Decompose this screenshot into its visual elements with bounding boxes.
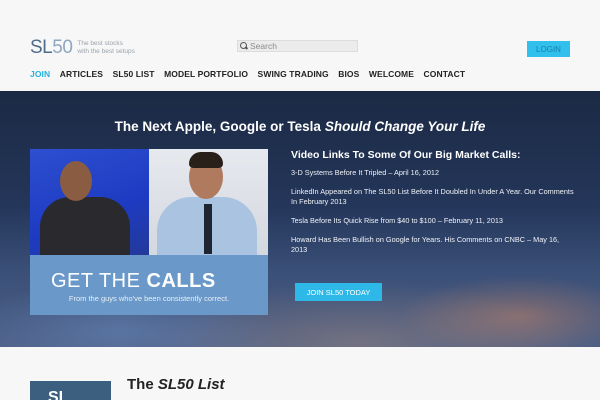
site-header: SL50 The best stocks with the best setup…	[0, 0, 600, 91]
nav-item-bios[interactable]: BIOS	[338, 69, 359, 79]
market-call-link[interactable]: 3-D Systems Before It Tripled – April 16…	[291, 168, 439, 177]
login-button[interactable]: LOGIN	[527, 41, 570, 57]
market-call-link[interactable]: Tesla Before Its Quick Rise from $40 to …	[291, 216, 503, 225]
section-title: The SL50 List	[127, 376, 225, 393]
list-item: Tesla Before Its Quick Rise from $40 to …	[291, 216, 576, 226]
sl50-list-logo: SL	[30, 381, 111, 400]
promo-image[interactable]: GET THE CALLS From the guys who've been …	[30, 149, 268, 315]
nav-item-sl50-list[interactable]: SL50 LIST	[113, 69, 155, 79]
nav-item-welcome[interactable]: WELCOME	[369, 69, 414, 79]
nav-item-swing-trading[interactable]: SWING TRADING	[258, 69, 329, 79]
join-today-button[interactable]: JOIN SL50 TODAY	[295, 283, 382, 301]
nav-item-join[interactable]: JOIN	[30, 69, 50, 79]
hero-banner: The Next Apple, Google or Tesla Should Ch…	[0, 91, 600, 347]
list-item: Howard Has Been Bullish on Google for Ye…	[291, 235, 576, 255]
logo-wordmark: SL50	[30, 37, 73, 58]
presenter-photo-right	[149, 149, 268, 255]
list-item: LinkedIn Appeared on The SL50 List Befor…	[291, 187, 576, 207]
site-logo[interactable]: SL50 The best stocks with the best setup…	[30, 37, 147, 59]
nav-item-model-portfolio[interactable]: MODEL PORTFOLIO	[164, 69, 248, 79]
search-input[interactable]	[250, 41, 355, 51]
nav-item-articles[interactable]: ARTICLES	[60, 69, 103, 79]
nav-item-contact[interactable]: CONTACT	[424, 69, 466, 79]
presenter-photo-left	[30, 149, 149, 255]
market-calls-panel: Video Links To Some Of Our Big Market Ca…	[291, 149, 576, 264]
search-box[interactable]	[237, 40, 358, 52]
search-icon	[238, 41, 250, 51]
promo-headline: GET THE CALLS	[51, 270, 216, 292]
list-item: 3-D Systems Before It Tripled – April 16…	[291, 168, 576, 178]
promo-subtitle: From the guys who've been consistently c…	[68, 294, 230, 303]
market-calls-title: Video Links To Some Of Our Big Market Ca…	[291, 149, 521, 161]
logo-tagline: The best stocks with the best setups	[77, 40, 135, 55]
hero-title: The Next Apple, Google or Tesla Should Ch…	[114, 119, 486, 134]
market-calls-list: 3-D Systems Before It Tripled – April 16…	[291, 168, 576, 255]
market-call-link[interactable]: Howard Has Been Bullish on Google for Ye…	[291, 235, 559, 254]
main-nav: JOIN ARTICLES SL50 LIST MODEL PORTFOLIO …	[30, 69, 475, 79]
market-call-link[interactable]: LinkedIn Appeared on The SL50 List Befor…	[291, 187, 574, 206]
sl50-list-section: SL The SL50 List	[0, 347, 600, 400]
